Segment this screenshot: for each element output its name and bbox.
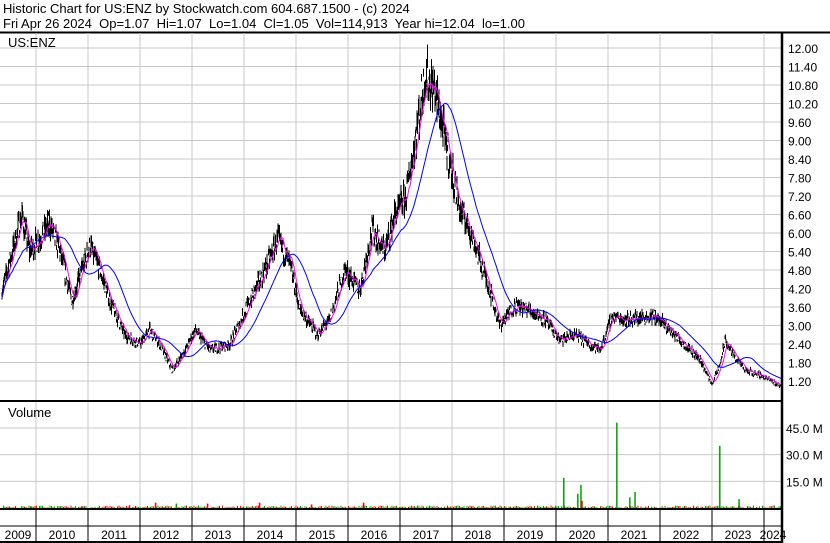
price-tick-label: 10.80	[788, 79, 818, 93]
price-tick-label: 6.60	[788, 209, 812, 223]
year-label: 2015	[309, 528, 336, 542]
year-label: 2013	[205, 528, 232, 542]
year-label: 2014	[257, 528, 284, 542]
year-label: 2020	[569, 528, 596, 542]
price-tick-label: 11.40	[788, 61, 817, 75]
year-label: 2016	[361, 528, 388, 542]
price-tick-label: 9.60	[788, 116, 812, 130]
price-tick-label: 1.80	[788, 357, 812, 371]
chart-symbol-label: US:ENZ	[8, 35, 56, 50]
price-tick-label: 6.00	[788, 227, 812, 241]
volume-tick-label: 45.0 M	[786, 422, 823, 436]
chart-canvas: 12.00 11.40 10.80 10.20 9.60 9.00 8.40 7.80 7.20…	[0, 31, 830, 543]
price-tick-label: 2.40	[788, 338, 812, 352]
price-tick-label: 9.00	[788, 135, 812, 149]
price-tick-label: 4.80	[788, 264, 812, 278]
price-tick-label: 7.80	[788, 172, 812, 186]
volume-panel-label: Volume	[8, 405, 51, 420]
price-tick-label: 10.20	[788, 98, 818, 112]
year-label: 2018	[465, 528, 492, 542]
stock-chart: Historic Chart for US:ENZ by Stockwatch.…	[0, 0, 830, 543]
year-label: 2017	[413, 528, 440, 542]
price-tick-label: 1.20	[788, 375, 812, 389]
year-label: 2010	[49, 528, 76, 542]
year-label: 2009	[5, 528, 32, 542]
volume-tick-label: 30.0 M	[786, 449, 823, 463]
year-label: 2011	[101, 528, 127, 542]
price-tick-label: 8.40	[788, 153, 812, 167]
price-tick-label: 7.20	[788, 190, 812, 204]
price-tick-label: 5.40	[788, 246, 812, 260]
volume-bars-up	[3, 505, 781, 508]
year-label: 2012	[153, 528, 180, 542]
year-label: 2021	[621, 528, 648, 542]
year-label: 2019	[517, 528, 544, 542]
volume-tick-label: 15.0 M	[786, 475, 823, 489]
price-tick-label: 3.60	[788, 301, 812, 315]
price-tick-label: 3.00	[788, 320, 812, 334]
price-tick-label: 12.00	[788, 42, 818, 56]
year-label: 2024	[760, 528, 787, 542]
volume-bars-down	[1, 505, 778, 508]
price-tick-label: 4.20	[788, 283, 812, 297]
year-label: 2023	[725, 528, 752, 542]
price-bars	[1, 44, 782, 389]
year-label: 2022	[673, 528, 700, 542]
